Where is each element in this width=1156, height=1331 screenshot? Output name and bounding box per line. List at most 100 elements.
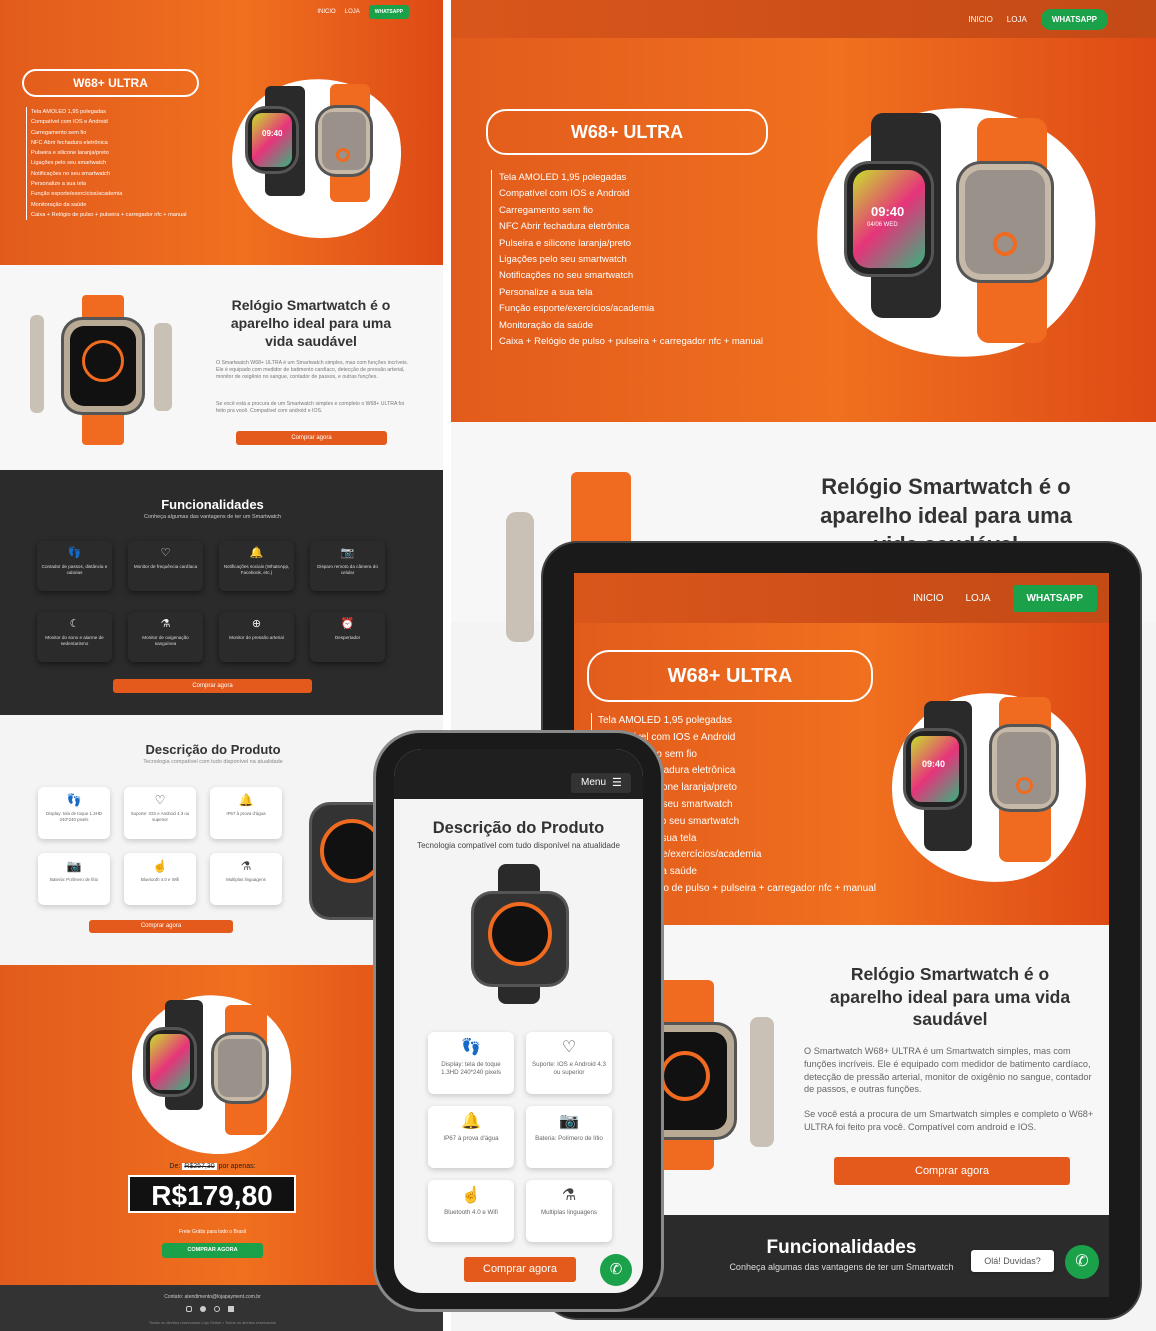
feature-item: Função esporte/exercícios/academia xyxy=(26,189,186,200)
feature-item: Caixa + Relógio de pulso + pulseira + ca… xyxy=(26,209,186,221)
watch-side-left xyxy=(506,512,534,642)
instagram-icon[interactable] xyxy=(186,1306,192,1312)
feature-label: Bateria: Polímero de lítio xyxy=(49,877,99,882)
feature-item: Função esporte/exercícios/academia xyxy=(491,301,763,318)
footer-copyright: Todos os direitos reservados Loja Online… xyxy=(149,1320,276,1325)
hero-feature-list: Tela AMOLED 1,95 polegadas Compatível co… xyxy=(491,170,763,351)
watch-black: 09:40 04/06 WED xyxy=(847,164,931,274)
features-buy-button[interactable]: Comprar agora xyxy=(113,679,312,693)
whatsapp-icon[interactable] xyxy=(214,1306,220,1312)
feature-card: ⊕ Monitor de pressão arterial xyxy=(219,612,294,662)
feature-label: IP67 à prova d'água xyxy=(443,1135,499,1142)
feature-label: Display: tela de toque 1.3HD 240*240 pix… xyxy=(441,1061,501,1076)
feature-card: 👣 Display: tela de toque 1.3HD 240*240 pi… xyxy=(428,1032,514,1094)
feature-label: Disparo remoto da câmera do celular xyxy=(317,564,378,576)
nav-shop[interactable]: LOJA xyxy=(1007,15,1027,24)
feature-label: Suporte: IOS e Android 4.3 ou superior xyxy=(532,1061,606,1076)
feature-item: Carregamento sem fio xyxy=(26,127,186,138)
feature-card: 🔔 IP67 à prova d'água xyxy=(428,1106,514,1168)
footprints-icon: 👣 xyxy=(66,793,82,807)
bluetooth-icon: ☝ xyxy=(152,859,168,873)
about-buy-button[interactable]: Comprar agora xyxy=(834,1157,1070,1185)
feature-card: ⚗ Multiplas linguagens xyxy=(526,1180,612,1242)
sleep-icon: ☾ xyxy=(69,618,80,630)
feature-card: 🔔 Notificações sociais (WhatsApp, Faceboo… xyxy=(219,541,294,591)
about-buy-button[interactable]: Comprar agora xyxy=(236,431,387,445)
linkedin-icon[interactable] xyxy=(228,1306,234,1312)
nav-home[interactable]: INICIO xyxy=(913,593,944,604)
whatsapp-icon: ✆ xyxy=(609,1261,623,1278)
feature-card: 👣 Contador de passos, distância e caloria… xyxy=(37,541,112,591)
description-buy-button[interactable]: Comprar agora xyxy=(89,920,233,933)
description-subheading: Tecnologia compatível com tudo disponíve… xyxy=(417,841,620,850)
nav-shop[interactable]: LOJA xyxy=(966,593,991,604)
nav-whatsapp-button[interactable]: WHATSAPP xyxy=(1040,8,1108,30)
nav-home[interactable]: INICIO xyxy=(317,9,335,15)
facebook-icon[interactable] xyxy=(200,1306,206,1312)
feature-card: 🔔 IP67 à prova d'água xyxy=(210,787,282,839)
nav-whatsapp-button[interactable]: WHATSAPP xyxy=(368,5,409,19)
feature-label: Multiplas linguagens xyxy=(540,1209,598,1216)
features-section: Funcionalidades Conheça algumas das vant… xyxy=(0,470,443,715)
feature-card: ☝ Bluetooth 4.0 e Wifi xyxy=(124,853,196,905)
pricing-buy-button[interactable]: COMPRAR AGORA xyxy=(162,1243,263,1258)
feature-card: ♡ Monitor de frequência cardíaca xyxy=(128,541,203,591)
description-heading: Descrição do Produto xyxy=(145,742,281,757)
chat-tooltip[interactable]: Olá! Duvidas? xyxy=(971,1250,1054,1272)
feature-item: Notificações no seu smartwatch xyxy=(491,268,763,285)
water-icon: 🔔 xyxy=(461,1113,481,1130)
feature-item: NFC Abrir fechadura eletrônica xyxy=(26,137,186,149)
watch-black xyxy=(146,1030,194,1094)
feature-card: ♡ Suporte: IOS e Android 4.3 ou superior xyxy=(124,787,196,839)
watch-side-right xyxy=(750,1017,774,1147)
footprints-icon: 👣 xyxy=(67,547,82,559)
feature-label: Contador de passos, distância e calorias xyxy=(41,564,108,576)
feature-label: Multiplas linguagens xyxy=(226,877,266,882)
large-hero: W68+ ULTRA Tela AMOLED 1,95 polegadas Co… xyxy=(451,38,1156,422)
feature-item: Personalize a sua tela xyxy=(491,284,763,302)
nav-shop[interactable]: LOJA xyxy=(345,9,360,15)
nav-whatsapp-button[interactable]: WHATSAPP xyxy=(1012,584,1097,612)
footprints-icon: 👣 xyxy=(461,1039,481,1056)
bluetooth-icon: ☝ xyxy=(461,1187,481,1204)
price-suffix: por apenas: xyxy=(218,1163,256,1170)
heart-rate-icon: ♡ xyxy=(160,547,171,559)
watch-dark xyxy=(474,894,566,984)
phone-buy-button[interactable]: Comprar agora xyxy=(464,1257,576,1282)
whatsapp-chat-button[interactable]: ✆ xyxy=(1065,1245,1099,1279)
about-paragraph-2: Se você está a procura de um Smartwatch … xyxy=(216,401,405,414)
whatsapp-chat-button[interactable]: ✆ xyxy=(600,1254,632,1286)
feature-label: Monitor de oxigenação sanguínea xyxy=(142,635,189,647)
whatsapp-icon: ✆ xyxy=(1075,1253,1089,1270)
feature-card: 📷 Bateria: Polímero de lítio xyxy=(38,853,110,905)
feature-card: 📷 Bateria: Polímero de lítio xyxy=(526,1106,612,1168)
menu-button[interactable]: Menu ☰ xyxy=(571,773,631,793)
feature-card: ⚗ Monitor de oxigenação sanguínea xyxy=(128,612,203,662)
feature-label: Monitor de pressão arterial xyxy=(229,635,284,640)
hero-title: W68+ ULTRA xyxy=(22,69,199,97)
feature-card: ☝ Bluetooth 4.0 e Wifi xyxy=(428,1180,514,1242)
feature-label: Bateria: Polímero de lítio xyxy=(535,1135,603,1142)
watch-orange xyxy=(214,1035,266,1101)
hero-title: W68+ ULTRA xyxy=(587,650,873,702)
language-icon: ⚗ xyxy=(240,859,252,873)
nav-home[interactable]: INICIO xyxy=(968,15,992,24)
feature-item: Ligações pelo seu smartwatch xyxy=(491,252,763,269)
feature-label: Bluetooth 4.0 e Wifi xyxy=(444,1209,498,1216)
footer-contact: Contato: atendimento@lojapayment.com.br xyxy=(164,1294,261,1300)
tablet-nav: INICIO LOJA WHATSAPP xyxy=(574,573,1109,623)
alarm-icon: ⏰ xyxy=(340,618,355,630)
about-section: Relógio Smartwatch é o aparelho ideal pa… xyxy=(0,265,443,470)
feature-label: Notificações sociais (WhatsApp, Facebook… xyxy=(223,564,290,576)
feature-label: IP67 à prova d'água xyxy=(226,811,266,816)
watch-front xyxy=(64,320,142,412)
footer: Contato: atendimento@lojapayment.com.br … xyxy=(0,1285,443,1331)
watch-date: 04/06 WED xyxy=(867,222,898,228)
about-paragraph-1: O Smartwatch W68+ ULTRA é um Smartwatch … xyxy=(804,1046,1092,1095)
feature-label: Despertador xyxy=(334,635,361,640)
desktop-nav: INICIO LOJA WHATSAPP xyxy=(0,0,443,24)
feature-card: ⏰ Despertador xyxy=(310,612,385,662)
hero-feature-list: Tela AMOLED 1,95 polegadas Compatível co… xyxy=(26,107,186,221)
watch-side-right xyxy=(154,323,172,411)
feature-item: Monitoração da saúde xyxy=(26,199,186,210)
